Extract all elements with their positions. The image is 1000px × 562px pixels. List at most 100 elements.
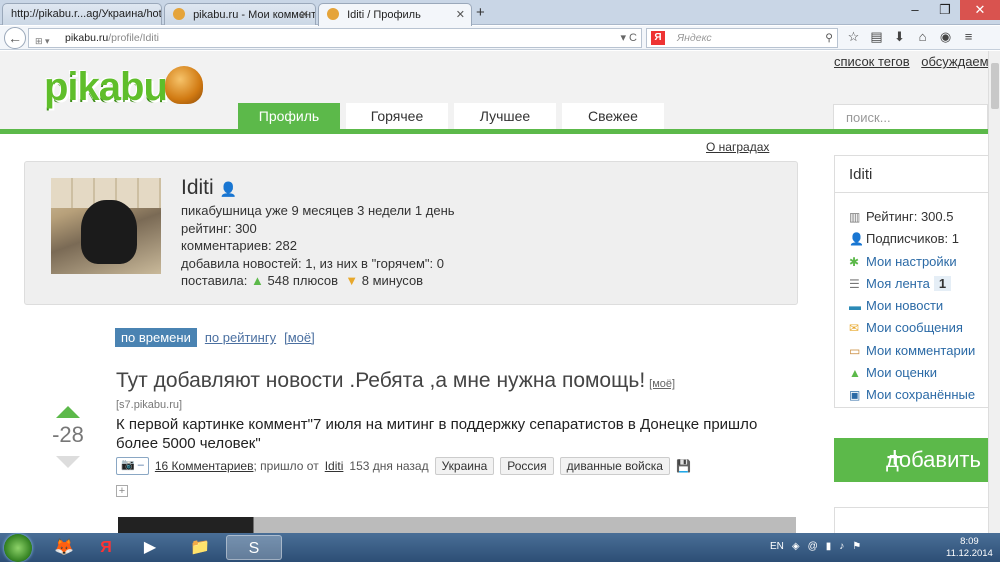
tray-network-icon[interactable]: ▮ [826,541,832,552]
url-bar[interactable]: ⊞ ▾ pikabu.ru/profile/Iditi ▾ C [28,28,642,48]
logo-text: pikabu [44,65,168,109]
browser-tab-active[interactable]: Iditi / Профиль ✕ [318,3,472,26]
tab-label: pikabu.ru - Мои коммент... [193,9,316,21]
site-header: pikabu список тегов обсуждаем Профиль Го… [0,51,988,131]
yandex-icon: Я [651,31,665,45]
minimize-icon[interactable]: – [900,0,930,20]
skype-icon[interactable]: S [226,535,282,560]
reload-icon[interactable]: ▾ C [620,29,637,47]
profile-name: Iditi 👤 [181,176,237,200]
sidebar-item-ratings[interactable]: ▲ Мои оценки [849,362,975,384]
scrollbar-thumb[interactable] [991,63,999,109]
subscribers-text: Подписчиков: 1 [866,231,959,247]
explorer-folder-icon[interactable]: 📁 [180,535,220,560]
gear-icon: ✱ [849,254,860,269]
firefox-icon[interactable]: 🦊 [44,535,84,560]
header-divider [0,129,988,134]
browser-search-bar[interactable]: Я Яндекс ⚲ [646,28,838,48]
tab-hot[interactable]: Горячее [346,103,448,129]
feed-icon: ☰ [849,276,860,291]
sidebar-item-comments[interactable]: ▭ Мои комментарии [849,340,975,362]
top-links: список тегов обсуждаем [834,54,988,69]
tab-best[interactable]: Лучшее [454,103,556,129]
page-scrollbar[interactable] [988,51,1000,533]
sidebar-divider [835,192,988,193]
maximize-icon[interactable]: ❐ [930,0,960,20]
tag-ukraine[interactable]: Украина [434,457,495,475]
avatar-dog [81,200,137,264]
back-arrow-icon[interactable]: ← [4,27,26,49]
story-title-text[interactable]: Тут добавляют новости .Ребята ,а мне нуж… [116,369,645,392]
mine-tag-link[interactable]: [моё] [649,378,675,390]
comments-link[interactable]: 16 Комментариев [155,459,254,473]
awards-link[interactable]: О наградах [706,140,769,154]
tag-russia[interactable]: Россия [500,457,554,475]
sort-by-rating[interactable]: по рейтингу [205,330,276,345]
tags-list-link[interactable]: список тегов [834,54,910,69]
sidebar-username[interactable]: Iditi [849,166,872,183]
profile-name-text: Iditi [181,176,214,199]
system-clock[interactable]: 8:09 11.12.2014 [946,536,993,560]
site-nav-tabs: Профиль Горячее Лучшее Свежее [238,103,664,129]
menu-icon[interactable]: ≡ [961,29,976,46]
sort-by-time[interactable]: по времени [115,328,197,347]
close-tab-icon[interactable]: ✕ [456,8,465,21]
add-post-button[interactable]: + добавить [834,438,988,482]
sidebar-item-messages[interactable]: ✉ Мои сообщения [849,317,975,339]
story-image [118,517,796,533]
news-label: Мои новости [866,298,944,314]
browser-tab[interactable]: http://pikabu.r...ag/Украина/hot [2,3,162,25]
muffin-icon [164,66,203,104]
discuss-link[interactable]: обсуждаем [921,54,988,69]
pikabu-logo[interactable]: pikabu [44,65,203,110]
profile-votes: поставила: ▲ 548 плюсов ▼ 8 минусов [181,272,455,290]
sidebar-item-news[interactable]: ▬ Мои новости [849,295,975,317]
close-tab-icon[interactable]: ✕ [300,8,309,21]
browser-toolbar: ☆ ▤ ⬇ ⌂ ◉ ≡ [846,29,976,46]
bookmarks-list-icon[interactable]: ▤ [869,29,884,46]
clock-time: 8:09 [960,536,979,547]
expand-plus-icon[interactable]: + [116,485,128,497]
sidebar-item-saved[interactable]: ▣ Мои сохранённые [849,384,975,406]
pikabu-favicon-icon [327,8,339,20]
tray-app-icon[interactable]: ◈ [792,541,800,552]
tray-volume-icon[interactable]: ♪ [839,541,844,552]
site-search-input[interactable]: поиск... [833,104,988,130]
upvote-icon[interactable] [56,406,80,418]
tag-couch-troops[interactable]: диванные войска [559,457,670,475]
sidebar-item-settings[interactable]: ✱ Мои настройки [849,251,975,273]
plus-icon: + [886,441,904,474]
bookmark-star-icon[interactable]: ☆ [846,29,861,46]
web-page: pikabu список тегов обсуждаем Профиль Го… [0,51,988,533]
save-icon[interactable]: 💾 [676,459,691,473]
start-button[interactable] [4,534,32,562]
tab-profile[interactable]: Профиль [238,103,340,129]
sort-mine[interactable]: [моё] [284,330,315,345]
story-title[interactable]: Тут добавляют новости .Ребята ,а мне нуж… [116,369,675,393]
search-icon[interactable]: ⚲ [825,29,833,47]
story-text: К первой картинке коммент"7 июля на мити… [116,416,758,452]
news-icon: ▬ [849,299,861,314]
votes-label: поставила: [181,273,248,288]
sidebar-menu: ▥ Рейтинг: 300.5 👤 Подписчиков: 1 ✱ Мои нас… [849,206,975,407]
close-window-icon[interactable]: ✕ [960,0,1000,20]
pikabu-favicon-icon [173,8,185,20]
downvote-icon[interactable] [56,456,80,468]
tray-flag-icon[interactable]: ⚑ [852,541,861,552]
tab-new[interactable]: Свежее [562,103,664,129]
download-icon[interactable]: ⬇ [892,29,907,46]
language-indicator[interactable]: EN [770,541,784,552]
new-tab-icon[interactable]: + [476,4,485,21]
bar-chart-icon: ▥ [849,210,861,224]
media-player-icon[interactable]: ▶ [130,535,170,560]
browser-tab[interactable]: pikabu.ru - Мои коммент... ✕ [164,3,316,25]
home-icon[interactable]: ⌂ [915,29,930,46]
addon-icon[interactable]: ◉ [938,29,953,46]
yandex-browser-icon[interactable]: Я [86,535,126,560]
tray-mail-icon[interactable]: @ [808,541,818,552]
site-identity-icon[interactable]: ⊞ ▾ [35,32,50,50]
sidebar-item-feed[interactable]: ☰ Моя лента 1 [849,273,975,295]
author-link[interactable]: Iditi [325,459,344,473]
profile-news: добавила новостей: 1, из них в "горячем"… [181,255,445,271]
image-toggle-button[interactable]: 📷 – [116,457,149,475]
